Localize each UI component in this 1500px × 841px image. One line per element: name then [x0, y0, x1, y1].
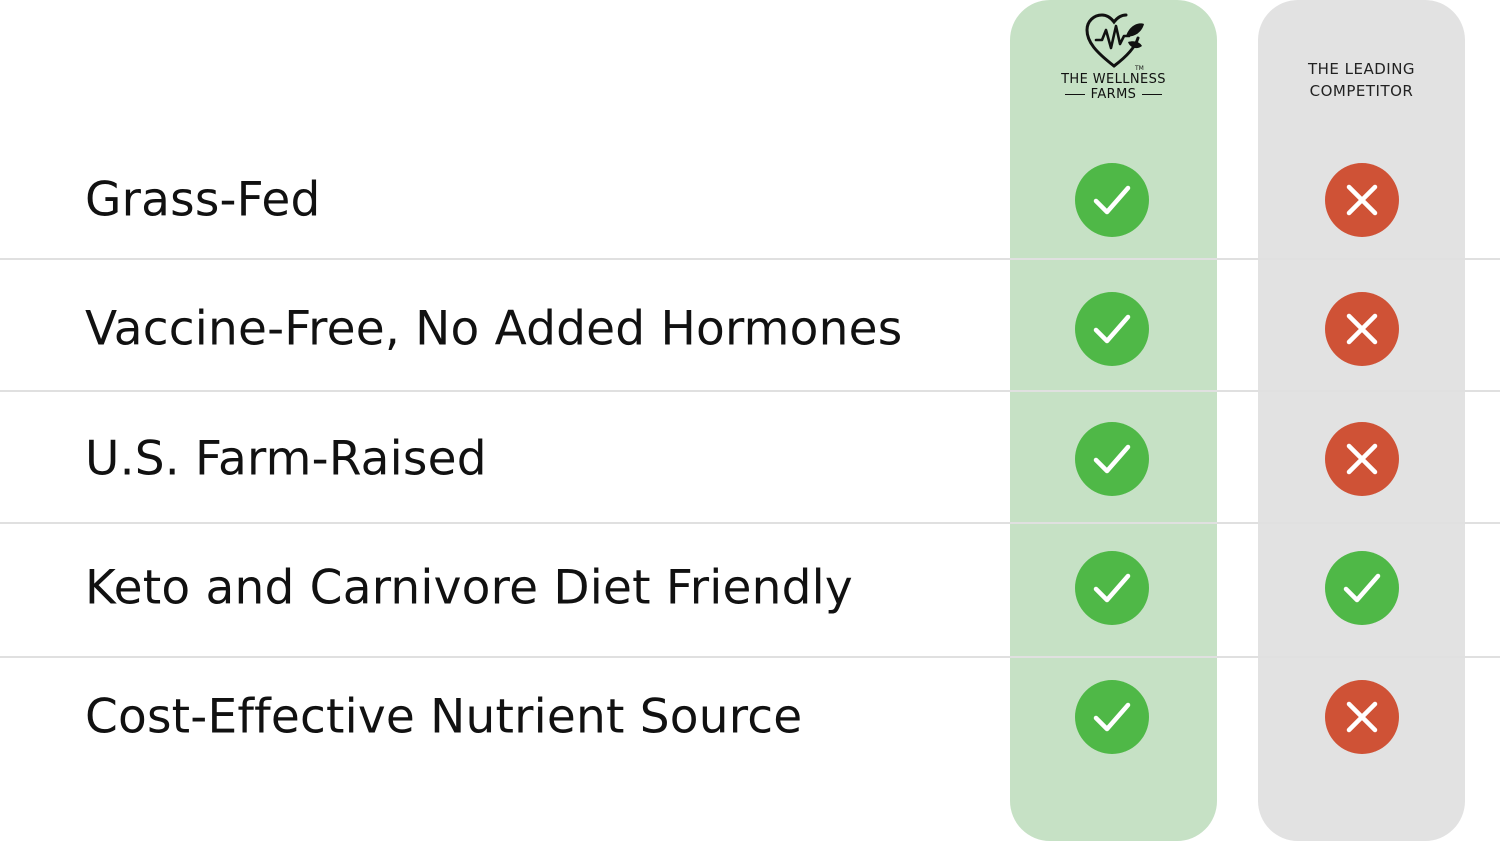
competitor-cross-badge	[1325, 422, 1399, 496]
competitor-cross-badge	[1325, 163, 1399, 237]
cross-icon	[1346, 443, 1378, 475]
checkmark-icon	[1093, 573, 1131, 603]
comparison-row: Keto and Carnivore Diet Friendly	[0, 523, 1500, 653]
competitor-cross-badge	[1325, 680, 1399, 754]
feature-label: Vaccine-Free, No Added Hormones	[85, 301, 903, 357]
feature-label: Keto and Carnivore Diet Friendly	[85, 560, 853, 616]
comparison-row: Grass-Fed	[0, 135, 1500, 265]
checkmark-icon	[1093, 185, 1131, 215]
comparison-row: Cost-Effective Nutrient Source	[0, 652, 1500, 782]
wellness-farms-check-badge	[1075, 422, 1149, 496]
comparison-row: Vaccine-Free, No Added Hormones	[0, 264, 1500, 394]
comparison-row: U.S. Farm-Raised	[0, 394, 1500, 524]
feature-label: Cost-Effective Nutrient Source	[85, 689, 803, 745]
feature-label: Grass-Fed	[85, 172, 321, 228]
feature-label: U.S. Farm-Raised	[85, 431, 487, 487]
wellness-farms-check-badge	[1075, 551, 1149, 625]
competitor-check-badge	[1325, 551, 1399, 625]
competitor-cross-badge	[1325, 292, 1399, 366]
wellness-farms-check-badge	[1075, 163, 1149, 237]
checkmark-icon	[1093, 314, 1131, 344]
checkmark-icon	[1093, 444, 1131, 474]
wellness-farms-check-badge	[1075, 292, 1149, 366]
checkmark-icon	[1343, 573, 1381, 603]
cross-icon	[1346, 313, 1378, 345]
wellness-farms-check-badge	[1075, 680, 1149, 754]
comparison-table: Grass-Fed Vaccine-Free, No Added Hormones…	[0, 0, 1500, 841]
checkmark-icon	[1093, 702, 1131, 732]
cross-icon	[1346, 184, 1378, 216]
cross-icon	[1346, 701, 1378, 733]
